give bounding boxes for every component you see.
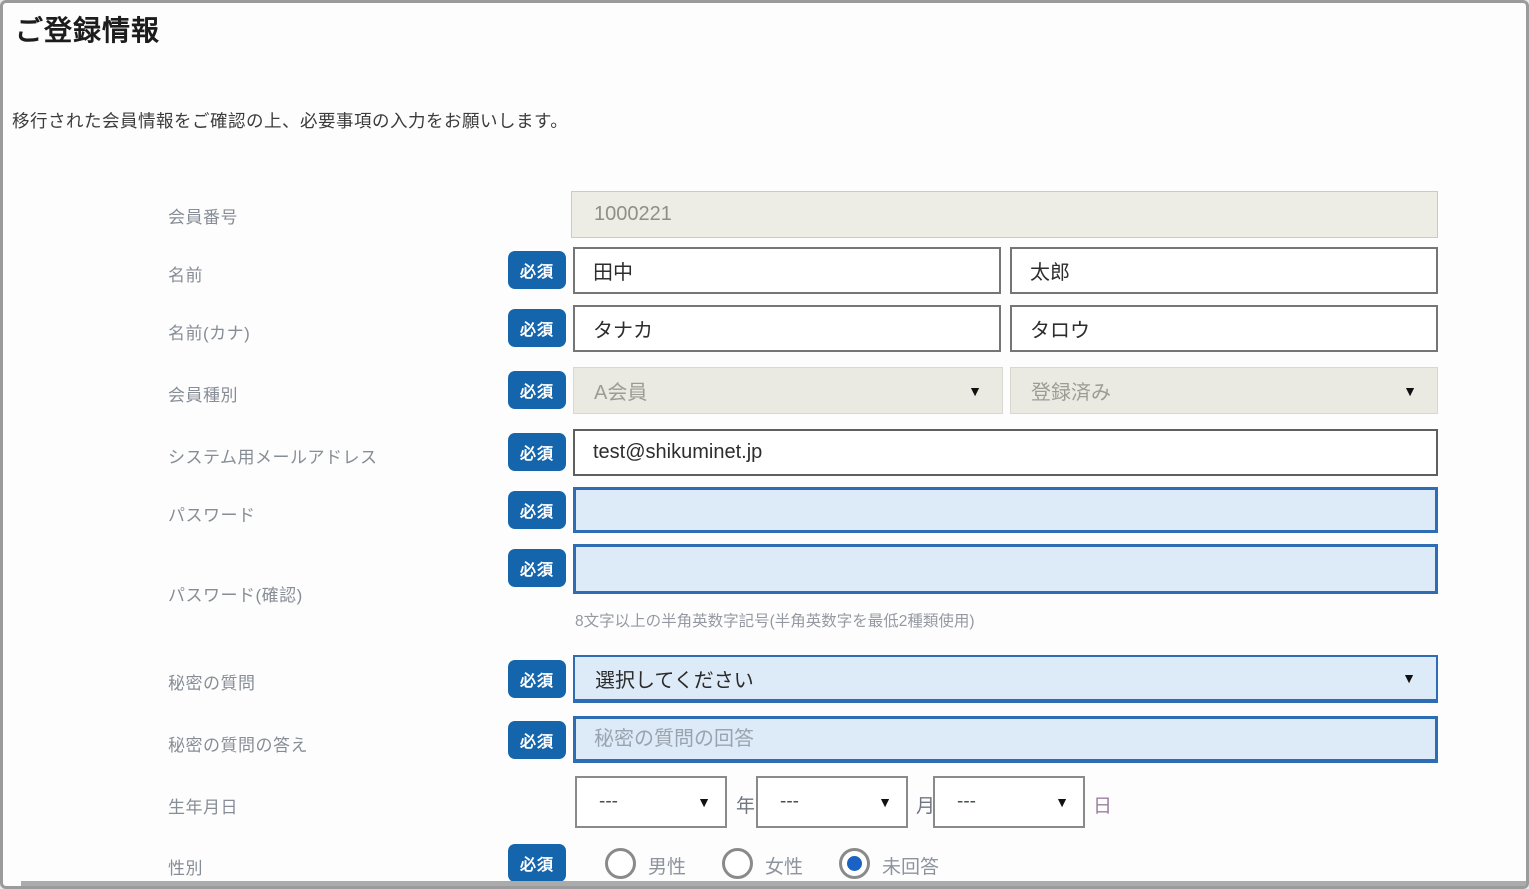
- member-status-select[interactable]: 登録済み ▼: [1010, 367, 1438, 414]
- gender-radio-male[interactable]: [605, 848, 636, 879]
- chevron-down-icon: ▼: [878, 795, 892, 809]
- member-type-select[interactable]: A会員 ▼: [573, 367, 1003, 414]
- radio-dot: [730, 856, 745, 871]
- birth-year-select-value: ---: [599, 791, 618, 813]
- gender-radio-male-label[interactable]: 男性: [648, 852, 686, 879]
- password-confirm-label: パスワード(確認): [168, 581, 303, 606]
- year-suffix-label: 年: [736, 791, 755, 818]
- secret-answer-label: 秘密の質問の答え: [168, 731, 308, 756]
- password-confirm-input[interactable]: [573, 544, 1438, 594]
- password-required-badge: 必須: [508, 491, 566, 529]
- member-number-label: 会員番号: [168, 203, 238, 228]
- chevron-down-icon: ▼: [968, 384, 982, 398]
- first-name-kana-input[interactable]: [1010, 305, 1438, 352]
- secret-question-select-value: 選択してください: [595, 664, 754, 693]
- name-kana-required-badge: 必須: [508, 309, 566, 347]
- secret-question-label: 秘密の質問: [168, 669, 256, 694]
- radio-dot: [613, 856, 628, 871]
- section-divider: [21, 881, 1526, 888]
- birth-month-select[interactable]: --- ▼: [756, 776, 908, 828]
- name-label: 名前: [168, 261, 203, 286]
- member-type-select-value: A会員: [594, 376, 647, 405]
- member-status-select-value: 登録済み: [1031, 376, 1111, 405]
- page-description: 移行された会員情報をご確認の上、必要事項の入力をお願いします。: [12, 108, 568, 133]
- birth-date-label: 生年月日: [168, 793, 238, 818]
- gender-label: 性別: [168, 854, 203, 879]
- chevron-down-icon: ▼: [1402, 671, 1416, 685]
- birth-year-select[interactable]: --- ▼: [575, 776, 727, 828]
- page-title: ご登録情報: [15, 9, 160, 49]
- chevron-down-icon: ▼: [1055, 795, 1069, 809]
- gender-radio-noanswer[interactable]: [839, 848, 870, 879]
- member-type-label: 会員種別: [168, 381, 238, 406]
- gender-radio-female[interactable]: [722, 848, 753, 879]
- password-input[interactable]: [573, 487, 1438, 533]
- chevron-down-icon: ▼: [1403, 384, 1417, 398]
- password-confirm-required-badge: 必須: [508, 549, 566, 587]
- secret-answer-input[interactable]: [573, 716, 1438, 763]
- password-rule-hint: 8文字以上の半角英数字記号(半角英数字を最低2種類使用): [575, 609, 975, 631]
- last-name-input[interactable]: [573, 247, 1001, 294]
- system-email-required-badge: 必須: [508, 433, 566, 471]
- member-number-field: 1000221: [571, 191, 1438, 238]
- gender-radio-female-label[interactable]: 女性: [765, 852, 803, 879]
- name-required-badge: 必須: [508, 251, 566, 289]
- system-email-input[interactable]: [573, 429, 1438, 476]
- chevron-down-icon: ▼: [697, 795, 711, 809]
- registration-form-page: ご登録情報 移行された会員情報をご確認の上、必要事項の入力をお願いします。 会員…: [0, 0, 1529, 889]
- day-suffix-label: 日: [1093, 791, 1112, 818]
- birth-day-select[interactable]: --- ▼: [933, 776, 1085, 828]
- last-name-kana-input[interactable]: [573, 305, 1001, 352]
- secret-question-select[interactable]: 選択してください ▼: [573, 655, 1438, 703]
- password-label: パスワード: [168, 501, 256, 526]
- first-name-input[interactable]: [1010, 247, 1438, 294]
- system-email-label: システム用メールアドレス: [168, 443, 378, 468]
- radio-dot: [847, 856, 862, 871]
- birth-day-select-value: ---: [957, 791, 976, 813]
- secret-answer-required-badge: 必須: [508, 721, 566, 759]
- secret-question-required-badge: 必須: [508, 660, 566, 698]
- name-kana-label: 名前(カナ): [168, 319, 250, 344]
- member-type-required-badge: 必須: [508, 371, 566, 409]
- birth-month-select-value: ---: [780, 791, 799, 813]
- gender-required-badge: 必須: [508, 844, 566, 882]
- gender-radio-noanswer-label[interactable]: 未回答: [882, 852, 939, 879]
